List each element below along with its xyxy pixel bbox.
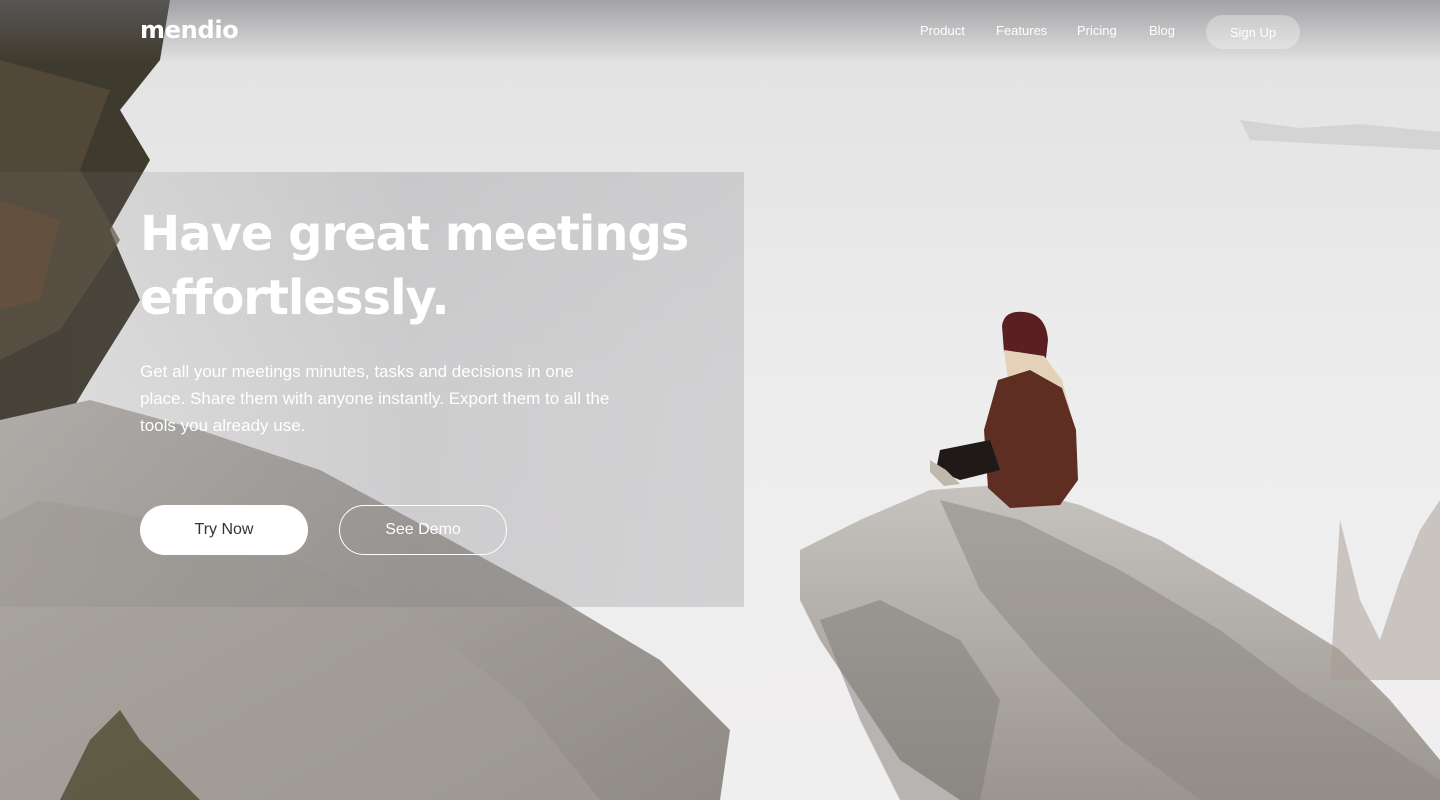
nav-link-pricing[interactable]: Pricing bbox=[1077, 23, 1117, 38]
hero-subtext: Get all your meetings minutes, tasks and… bbox=[140, 362, 610, 435]
nav-link-blog[interactable]: Blog bbox=[1149, 23, 1175, 38]
hero-headline: Have great meetings effortlessly. bbox=[140, 206, 689, 326]
try-now-button[interactable]: Try Now bbox=[140, 505, 308, 555]
top-navbar: mendio Product Features Pricing Blog Sig… bbox=[0, 0, 1440, 64]
nav-link-product[interactable]: Product bbox=[920, 23, 965, 38]
signup-button[interactable]: Sign Up bbox=[1206, 15, 1300, 49]
brand-logo[interactable]: mendio bbox=[140, 16, 239, 44]
nav-link-features[interactable]: Features bbox=[996, 23, 1047, 38]
see-demo-button[interactable]: See Demo bbox=[339, 505, 507, 555]
